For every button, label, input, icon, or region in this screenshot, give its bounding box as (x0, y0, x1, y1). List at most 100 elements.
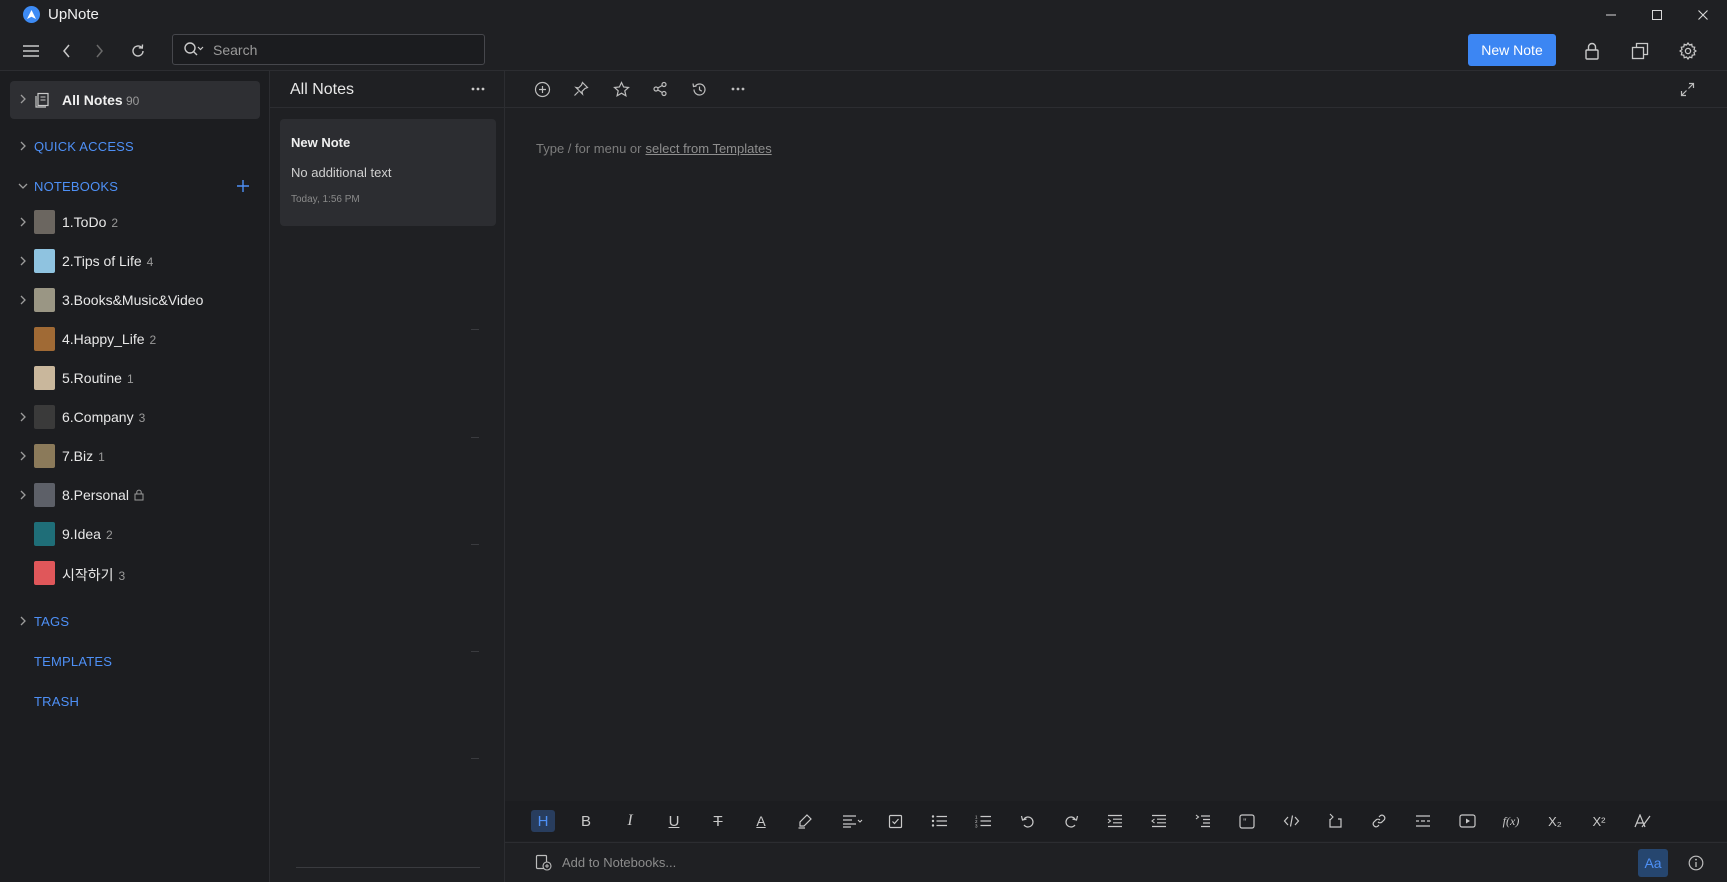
divider (471, 758, 479, 759)
link-icon[interactable] (1367, 810, 1391, 832)
superscript-button[interactable]: X² (1587, 810, 1611, 832)
outdent-icon[interactable] (1147, 810, 1171, 832)
search-box[interactable] (172, 34, 485, 65)
maximize-button[interactable] (1634, 0, 1680, 30)
note-card[interactable]: New Note No additional text Today, 1:56 … (280, 119, 496, 226)
notebook-name: 9.Idea 2 (62, 526, 113, 542)
code-block-icon[interactable] (1323, 810, 1347, 832)
chevron-right-icon[interactable] (18, 490, 28, 500)
toggle-list-icon[interactable] (1191, 810, 1215, 832)
lock-icon[interactable] (1581, 40, 1603, 62)
chevron-right-icon (18, 141, 28, 151)
notebook-cover-thumbnail (34, 444, 55, 468)
redo-icon[interactable] (1059, 810, 1083, 832)
select-templates-link[interactable]: select from Templates (646, 141, 772, 156)
highlight-icon[interactable] (793, 810, 817, 832)
sidebar-item-notebook[interactable]: 6.Company 3 (0, 399, 270, 435)
notebook-count: 3 (118, 569, 126, 583)
checkbox-icon[interactable] (883, 810, 907, 832)
pin-icon[interactable] (571, 79, 591, 99)
tags-label: TAGS (34, 614, 70, 629)
divider-icon[interactable] (1411, 810, 1435, 832)
close-button[interactable] (1680, 0, 1726, 30)
clear-format-icon[interactable] (1631, 810, 1655, 832)
chevron-right-icon[interactable] (18, 412, 28, 422)
sidebar-item-templates[interactable]: TEMPLATES (0, 643, 270, 679)
sidebar-item-tags[interactable]: TAGS (0, 603, 270, 639)
settings-gear-icon[interactable] (1677, 40, 1699, 62)
more-options-icon[interactable] (470, 81, 486, 97)
search-input[interactable] (213, 40, 473, 60)
sidebar: All Notes 90 QUICK ACCESS NOTEBOOKS 1.To… (0, 71, 270, 882)
strikethrough-button[interactable]: T (706, 810, 730, 832)
add-notebook-icon[interactable] (535, 854, 552, 871)
add-circle-icon[interactable] (532, 79, 552, 99)
numbered-list-icon[interactable]: 123 (971, 810, 995, 832)
star-icon[interactable] (611, 79, 631, 99)
notebook-title: 9.Idea (62, 526, 101, 542)
add-notebook-icon[interactable] (236, 179, 250, 193)
chevron-down-icon (18, 181, 28, 191)
sidebar-item-notebook[interactable]: 4.Happy_Life 2 (0, 321, 270, 357)
italic-button[interactable]: I (618, 810, 642, 832)
sidebar-item-notebook[interactable]: 8.Personal (0, 477, 270, 513)
sidebar-item-trash[interactable]: TRASH (0, 683, 270, 719)
font-style-button[interactable]: Aa (1638, 849, 1668, 877)
chevron-right-icon[interactable] (18, 94, 28, 104)
math-function-button[interactable]: f(x) (1499, 810, 1523, 832)
notebook-name: 2.Tips of Life 4 (62, 253, 153, 269)
history-icon[interactable] (689, 79, 709, 99)
more-icon[interactable] (728, 79, 748, 99)
menu-icon[interactable] (20, 40, 42, 62)
new-note-button[interactable]: New Note (1468, 34, 1556, 66)
bold-button[interactable]: B (574, 810, 598, 832)
code-icon[interactable] (1279, 810, 1303, 832)
back-icon[interactable] (56, 40, 78, 62)
fullscreen-icon[interactable] (1677, 79, 1697, 99)
sidebar-item-notebook[interactable]: 2.Tips of Life 4 (0, 243, 270, 279)
notebook-title: 2.Tips of Life (62, 253, 142, 269)
divider (471, 437, 479, 438)
chevron-right-icon[interactable] (18, 217, 28, 227)
info-icon[interactable] (1688, 855, 1704, 871)
sidebar-item-notebook[interactable]: 9.Idea 2 (0, 516, 270, 552)
sidebar-item-notebook[interactable]: 1.ToDo 2 (0, 204, 270, 240)
forward-icon[interactable] (88, 40, 110, 62)
indent-icon[interactable] (1103, 810, 1127, 832)
sidebar-item-notebook[interactable]: 시작하기 3 (0, 555, 270, 591)
add-to-notebooks-input[interactable]: Add to Notebooks... (562, 855, 676, 870)
align-dropdown-icon[interactable] (838, 810, 868, 832)
video-icon[interactable] (1455, 810, 1479, 832)
title-bar: UpNote (0, 0, 1727, 30)
note-date: Today, 1:56 PM (291, 194, 360, 205)
format-toolbar: H B I U T A 123 " f(x) X₂ X² (505, 801, 1727, 841)
underline-button[interactable]: U (662, 810, 686, 832)
subscript-button[interactable]: X₂ (1543, 810, 1567, 832)
bullet-list-icon[interactable] (927, 810, 951, 832)
notebook-count: 2 (105, 528, 113, 542)
sidebar-item-notebook[interactable]: 5.Routine 1 (0, 360, 270, 396)
chevron-right-icon[interactable] (18, 256, 28, 266)
notebook-name: 3.Books&Music&Video (62, 292, 203, 308)
sidebar-item-notebooks[interactable]: NOTEBOOKS (0, 168, 270, 204)
chevron-right-icon[interactable] (18, 451, 28, 461)
new-window-icon[interactable] (1629, 40, 1651, 62)
sidebar-item-quick-access[interactable]: QUICK ACCESS (0, 128, 270, 164)
sidebar-item-notebook[interactable]: 3.Books&Music&Video (0, 282, 270, 318)
sidebar-item-all-notes[interactable]: All Notes 90 (10, 81, 260, 119)
notebook-title: 8.Personal (62, 487, 129, 503)
refresh-icon[interactable] (127, 40, 149, 62)
undo-icon[interactable] (1015, 810, 1039, 832)
sidebar-item-notebook[interactable]: 7.Biz 1 (0, 438, 270, 474)
minimize-button[interactable] (1588, 0, 1634, 30)
share-icon[interactable] (650, 79, 670, 99)
heading-button[interactable]: H (531, 810, 555, 832)
quote-icon[interactable]: " (1235, 810, 1259, 832)
all-notes-label: All Notes (62, 92, 123, 108)
notebook-name: 1.ToDo 2 (62, 214, 118, 230)
upnote-window: UpNote New Note (0, 0, 1727, 882)
notebook-name: 6.Company 3 (62, 409, 145, 425)
editor-placeholder[interactable]: Type / for menu or select from Templates (536, 141, 772, 156)
chevron-right-icon[interactable] (18, 295, 28, 305)
text-color-button[interactable]: A (749, 810, 773, 832)
